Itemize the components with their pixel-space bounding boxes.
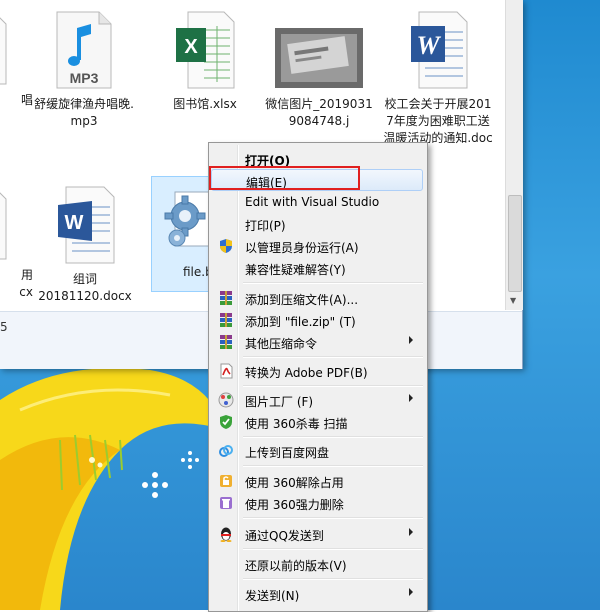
menu-separator [243,356,423,358]
menu-item-label: 添加到压缩文件(A)... [245,293,359,307]
scroll-down-arrow-icon[interactable]: ▼ [510,296,516,305]
submenu-arrow-icon [409,336,413,344]
360-antivirus-icon [220,415,232,429]
360-unlock-icon [220,475,232,487]
file-item[interactable]: W 组词 20181120.docx [30,185,140,305]
context-menu: 打开(O) 编辑(E) Edit with Visual Studio 打印(P… [208,142,428,612]
menu-item-label: 添加到 "file.zip" (T) [245,315,356,329]
winrar-icon [220,291,232,305]
menu-item-360-unlock[interactable]: 使用 360解除占用 [211,470,423,492]
menu-separator [243,465,423,467]
menu-item-restore-previous-versions[interactable]: 还原以前的版本(V) [211,553,423,575]
generic-file-icon [0,192,7,260]
menu-item-run-as-admin[interactable]: 以管理员身份运行(A) [211,235,423,257]
image-thumbnail-icon [275,28,363,88]
menu-item-label: 转换为 Adobe PDF(B) [245,366,368,380]
menu-separator [243,517,423,519]
menu-item-360-force-delete[interactable]: 使用 360强力删除 [211,492,423,514]
menu-separator [243,282,423,284]
menu-item-other-compress[interactable]: 其他压缩命令 [211,331,423,353]
picture-factory-icon [218,392,234,408]
menu-item-label: 还原以前的版本(V) [245,559,347,573]
menu-item-label: 图片工厂 (F) [245,395,314,409]
menu-item-label: 发送到(N) [245,589,300,603]
menu-item-label: 使用 360杀毒 扫描 [245,417,348,431]
file-item[interactable]: W 校工会关于开展2017年度为困难职工送温暖活动的通知.doc [383,10,493,164]
menu-item-send-via-qq[interactable]: 通过QQ发送到 [211,523,423,545]
svg-text:X: X [184,36,198,58]
menu-item-label: 使用 360解除占用 [245,476,344,490]
menu-separator [243,578,423,580]
file-name: 舒缓旋律渔舟唱晚.mp3 [34,97,134,128]
menu-item-label: 上传到百度网盘 [245,446,330,460]
uac-shield-icon [220,239,232,253]
winrar-icon [220,313,232,327]
wallpaper-flower [0,368,225,610]
mp3-file-icon: MP3 [56,11,112,89]
menu-item-add-to-archive[interactable]: 添加到压缩文件(A)... [211,287,423,309]
file-name: 组词 20181120.docx [38,272,132,303]
menu-item-compat-troubleshoot[interactable]: 兼容性疑难解答(Y) [211,257,423,279]
menu-item-upload-baidu-netdisk[interactable]: 上传到百度网盘 [211,440,423,462]
menu-item-print[interactable]: 打印(P) [211,213,423,235]
menu-item-360-antivirus-scan[interactable]: 使用 360杀毒 扫描 [211,411,423,433]
360-delete-icon [220,497,232,509]
file-item[interactable]: MP3 舒缓旋律渔舟唱晚.mp3 [29,10,139,130]
file-item[interactable]: X 图书馆.xlsx [150,10,260,113]
qq-penguin-icon [220,527,232,542]
baidu-netdisk-icon [219,445,233,457]
menu-item-label: Edit with Visual Studio [245,195,380,209]
file-item[interactable]: 微信图片_20190319084748.j [264,10,374,130]
menu-item-label: 兼容性疑难解答(Y) [245,263,346,277]
menu-separator [243,548,423,550]
file-name: 微信图片_20190319084748.j [265,97,373,128]
word-doc-icon: W [411,11,468,89]
status-item-count: 5 [0,320,8,334]
scrollbar-thumb[interactable] [508,195,522,292]
word-docx-icon: W [58,186,115,264]
menu-item-label: 通过QQ发送到 [245,529,324,543]
submenu-arrow-icon [409,394,413,402]
menu-item-label: 使用 360强力删除 [245,498,344,512]
submenu-arrow-icon [409,528,413,536]
svg-text:MP3: MP3 [70,70,99,86]
menu-item-send-to[interactable]: 发送到(N) [211,583,423,605]
menu-item-edit-visual-studio[interactable]: Edit with Visual Studio [211,191,423,213]
menu-item-label: 以管理员身份运行(A) [245,241,359,255]
menu-item-add-to-file-zip[interactable]: 添加到 "file.zip" (T) [211,309,423,331]
menu-item-convert-adobe-pdf[interactable]: 转换为 Adobe PDF(B) [211,360,423,382]
adobe-pdf-icon [220,363,233,379]
submenu-arrow-icon [409,588,413,596]
menu-separator [243,436,423,438]
menu-item-label: 其他压缩命令 [245,337,318,351]
menu-item-label: 打印(P) [245,219,286,233]
menu-separator [243,385,423,387]
annotation-highlight-box [209,166,360,190]
menu-item-picture-factory[interactable]: 图片工厂 (F) [211,389,423,411]
generic-file-icon [0,17,7,85]
vertical-scrollbar[interactable]: ▼ [505,0,523,310]
svg-text:W: W [65,212,84,234]
winrar-icon [220,335,232,349]
svg-text:W: W [416,31,441,60]
excel-file-icon: X [176,11,235,89]
file-name: 图书馆.xlsx [173,97,237,111]
